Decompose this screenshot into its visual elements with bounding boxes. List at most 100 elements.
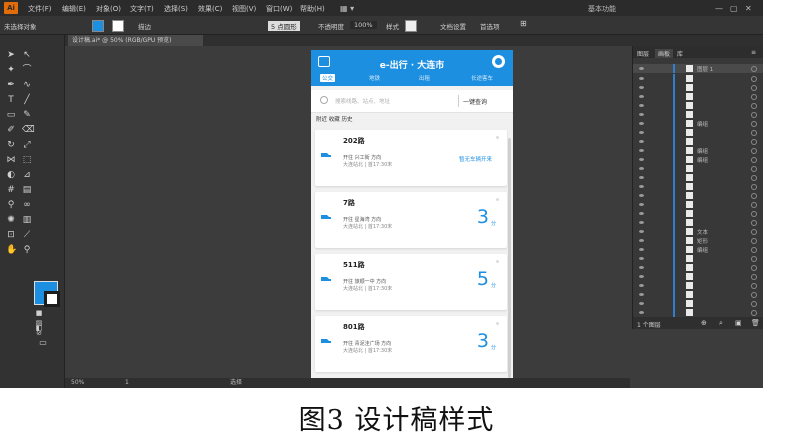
visibility-icon[interactable] bbox=[639, 248, 644, 251]
zoom-level[interactable]: 50% bbox=[71, 378, 84, 388]
visibility-icon[interactable] bbox=[639, 185, 644, 188]
pen-tool-icon[interactable]: ✒ bbox=[6, 80, 16, 90]
layer-row[interactable] bbox=[633, 74, 763, 83]
visibility-icon[interactable] bbox=[639, 104, 644, 107]
visibility-icon[interactable] bbox=[639, 257, 644, 260]
arrange-icon[interactable]: ⊞ bbox=[520, 19, 527, 28]
symbol-sprayer-icon[interactable]: ✺ bbox=[6, 215, 16, 225]
magic-wand-icon[interactable]: ✦ bbox=[6, 65, 16, 75]
lasso-icon[interactable]: ⌒ bbox=[22, 65, 32, 75]
target-icon[interactable] bbox=[751, 130, 757, 136]
visibility-icon[interactable] bbox=[639, 122, 644, 125]
brush-dropdown[interactable]: 5 点圆形 bbox=[268, 21, 300, 31]
visibility-icon[interactable] bbox=[639, 86, 644, 89]
menu-effect[interactable]: 效果(C) bbox=[198, 4, 222, 14]
visibility-icon[interactable] bbox=[639, 302, 644, 305]
target-icon[interactable] bbox=[751, 157, 757, 163]
visibility-icon[interactable] bbox=[639, 212, 644, 215]
artboard-scrollbar[interactable] bbox=[508, 138, 511, 378]
direct-selection-icon[interactable]: ↖ bbox=[22, 50, 32, 60]
tab-subway[interactable]: 地铁 bbox=[369, 74, 380, 82]
layer-row[interactable] bbox=[633, 218, 763, 227]
visibility-icon[interactable] bbox=[639, 176, 644, 179]
eraser-icon[interactable]: ⌫ bbox=[22, 125, 35, 135]
menu-help[interactable]: 帮助(H) bbox=[300, 4, 325, 14]
tab-coach[interactable]: 长途客车 bbox=[471, 74, 493, 82]
maximize-icon[interactable]: ▢ bbox=[730, 4, 738, 13]
tab-layers[interactable]: 图层 bbox=[637, 49, 649, 58]
document-tab[interactable]: 设计稿.ai* @ 50% (RGB/GPU 预览) bbox=[68, 35, 203, 46]
free-transform-icon[interactable]: ⬚ bbox=[22, 155, 32, 165]
target-icon[interactable] bbox=[751, 66, 757, 72]
target-icon[interactable] bbox=[751, 247, 757, 253]
layer-row[interactable] bbox=[633, 182, 763, 191]
layer-row[interactable] bbox=[633, 308, 763, 317]
target-icon[interactable] bbox=[751, 166, 757, 172]
visibility-icon[interactable] bbox=[639, 67, 644, 70]
preferences-button[interactable]: 首选项 bbox=[480, 21, 500, 31]
width-tool-icon[interactable]: ⋈ bbox=[6, 155, 16, 165]
layer-row[interactable] bbox=[633, 254, 763, 263]
more-icon[interactable] bbox=[496, 322, 499, 325]
layer-row[interactable] bbox=[633, 128, 763, 137]
layer-row[interactable] bbox=[633, 83, 763, 92]
visibility-icon[interactable] bbox=[639, 284, 644, 287]
blend-tool-icon[interactable]: ∞ bbox=[22, 200, 32, 210]
arrange-documents-icon[interactable]: ▦ ▾ bbox=[340, 4, 354, 13]
visibility-icon[interactable] bbox=[639, 194, 644, 197]
layer-name[interactable]: 编组 bbox=[697, 156, 708, 164]
layer-row[interactable] bbox=[633, 173, 763, 182]
new-sublayer-icon[interactable]: ▣ bbox=[735, 319, 742, 327]
layer-row[interactable] bbox=[633, 263, 763, 272]
paintbrush-icon[interactable]: ✎ bbox=[22, 110, 32, 120]
new-layer-icon[interactable]: ⊕ bbox=[701, 319, 707, 327]
visibility-icon[interactable] bbox=[639, 131, 644, 134]
color-mode-icon[interactable]: ■ ▨ ⊘ bbox=[34, 308, 44, 337]
visibility-icon[interactable] bbox=[639, 275, 644, 278]
target-icon[interactable] bbox=[751, 139, 757, 145]
visibility-icon[interactable] bbox=[639, 311, 644, 314]
target-icon[interactable] bbox=[751, 103, 757, 109]
delete-layer-icon[interactable]: 🗑 bbox=[751, 319, 760, 327]
filter-row[interactable]: 附近 收藏 历史 bbox=[311, 113, 513, 127]
layer-name[interactable]: 文本 bbox=[697, 228, 708, 236]
shape-builder-icon[interactable]: ◐ bbox=[6, 170, 16, 180]
shaper-tool-icon[interactable]: ✐ bbox=[6, 125, 16, 135]
stroke-color-swatch[interactable] bbox=[112, 20, 124, 32]
target-icon[interactable] bbox=[751, 184, 757, 190]
target-icon[interactable] bbox=[751, 310, 757, 316]
target-icon[interactable] bbox=[751, 175, 757, 181]
layer-row[interactable]: 编组 bbox=[633, 245, 763, 254]
target-icon[interactable] bbox=[751, 202, 757, 208]
target-icon[interactable] bbox=[751, 301, 757, 307]
graph-tool-icon[interactable]: ▥ bbox=[22, 215, 32, 225]
tab-libraries[interactable]: 库 bbox=[677, 49, 683, 58]
layer-row[interactable] bbox=[633, 299, 763, 308]
rotate-tool-icon[interactable]: ↻ bbox=[6, 140, 16, 150]
search-input[interactable]: 搜索线路、站点、地址 bbox=[335, 97, 390, 105]
type-tool-icon[interactable]: T bbox=[6, 95, 16, 105]
slice-tool-icon[interactable]: ⟋ bbox=[22, 230, 32, 240]
gradient-tool-icon[interactable]: ▤ bbox=[22, 185, 32, 195]
line-tool-icon[interactable]: ╱ bbox=[22, 95, 32, 105]
layer-row[interactable] bbox=[633, 92, 763, 101]
menu-type[interactable]: 文字(T) bbox=[130, 4, 154, 14]
mobile-artboard[interactable]: e-出行 · 大连市 公交 地铁 出租 长途客车 搜索线路、站点、地址 一键查询… bbox=[311, 50, 513, 388]
menu-edit[interactable]: 编辑(E) bbox=[62, 4, 86, 14]
visibility-icon[interactable] bbox=[639, 293, 644, 296]
tab-artboards[interactable]: 画板 bbox=[655, 49, 674, 58]
screen-mode-icon[interactable]: ▭ bbox=[38, 338, 48, 348]
layer-row-top[interactable]: 图层 1 bbox=[633, 64, 763, 73]
target-icon[interactable] bbox=[751, 256, 757, 262]
layer-row[interactable] bbox=[633, 290, 763, 299]
mesh-tool-icon[interactable]: # bbox=[6, 185, 16, 195]
menu-file[interactable]: 文件(F) bbox=[28, 4, 52, 14]
layer-name[interactable]: 矩形 bbox=[697, 237, 708, 245]
target-icon[interactable] bbox=[751, 211, 757, 217]
layer-name[interactable]: 图层 1 bbox=[697, 65, 713, 73]
target-icon[interactable] bbox=[751, 148, 757, 154]
visibility-icon[interactable] bbox=[639, 230, 644, 233]
more-icon[interactable] bbox=[496, 198, 499, 201]
layer-row[interactable] bbox=[633, 101, 763, 110]
eyedropper-icon[interactable]: ⚲ bbox=[6, 200, 16, 210]
